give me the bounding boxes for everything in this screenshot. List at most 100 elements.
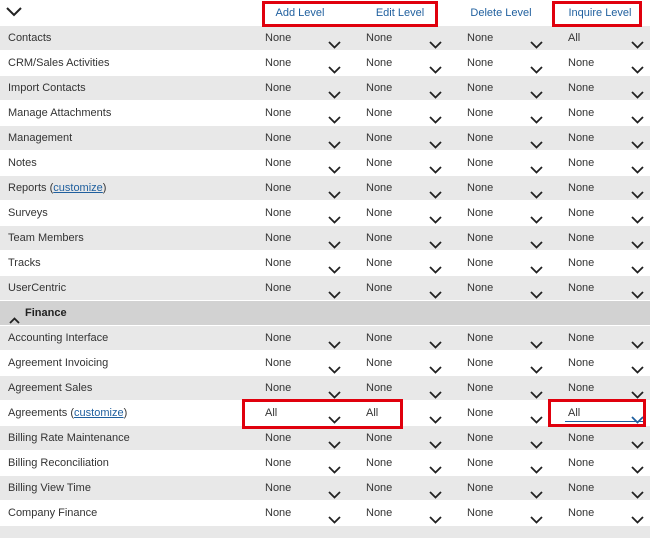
chevron-down-icon[interactable] — [631, 184, 644, 199]
chevron-down-icon[interactable] — [530, 34, 543, 49]
chevron-down-icon[interactable] — [530, 184, 543, 199]
add-level-select[interactable]: None — [265, 101, 341, 125]
delete-level-select[interactable]: None — [467, 351, 543, 375]
header-inquire-level[interactable]: Inquire Level — [562, 0, 638, 26]
chevron-down-icon[interactable] — [328, 59, 341, 74]
customize-link[interactable]: customize — [74, 407, 124, 419]
chevron-down-icon[interactable] — [429, 184, 442, 199]
header-add-level[interactable]: Add Level — [262, 0, 338, 26]
chevron-down-icon[interactable] — [631, 509, 644, 524]
chevron-down-icon[interactable] — [429, 484, 442, 499]
chevron-down-icon[interactable] — [530, 459, 543, 474]
inquire-level-select[interactable]: None — [568, 226, 644, 250]
chevron-down-icon[interactable] — [530, 159, 543, 174]
add-level-select[interactable]: All — [265, 401, 341, 425]
edit-level-select[interactable]: None — [366, 351, 442, 375]
header-delete-level[interactable]: Delete Level — [463, 0, 539, 26]
add-level-select[interactable]: None — [265, 376, 341, 400]
add-level-select[interactable]: None — [265, 251, 341, 275]
inquire-level-select[interactable]: None — [568, 151, 644, 175]
delete-level-select[interactable]: None — [467, 276, 543, 300]
inquire-level-select[interactable]: None — [568, 476, 644, 500]
chevron-down-icon[interactable] — [530, 409, 543, 424]
edit-level-select[interactable]: None — [366, 51, 442, 75]
add-level-select[interactable]: None — [265, 326, 341, 350]
delete-level-select[interactable]: None — [467, 251, 543, 275]
edit-level-select[interactable]: None — [366, 76, 442, 100]
chevron-down-icon[interactable] — [429, 134, 442, 149]
add-level-select[interactable]: None — [265, 151, 341, 175]
chevron-down-icon[interactable] — [631, 484, 644, 499]
add-level-select[interactable]: None — [265, 26, 341, 50]
add-level-select[interactable]: None — [265, 426, 341, 450]
chevron-down-icon[interactable] — [429, 359, 442, 374]
chevron-down-icon[interactable] — [631, 84, 644, 99]
chevron-down-icon[interactable] — [530, 384, 543, 399]
delete-level-select[interactable]: None — [467, 26, 543, 50]
chevron-down-icon[interactable] — [530, 109, 543, 124]
chevron-down-icon[interactable] — [530, 359, 543, 374]
chevron-down-icon[interactable] — [631, 284, 644, 299]
edit-level-select[interactable]: None — [366, 176, 442, 200]
inquire-level-select[interactable]: None — [568, 351, 644, 375]
chevron-down-icon[interactable] — [429, 234, 442, 249]
add-level-select[interactable]: None — [265, 51, 341, 75]
inquire-level-select[interactable]: None — [568, 126, 644, 150]
delete-level-select[interactable]: None — [467, 376, 543, 400]
chevron-down-icon[interactable] — [328, 359, 341, 374]
chevron-down-icon[interactable] — [328, 284, 341, 299]
chevron-down-icon[interactable] — [429, 109, 442, 124]
edit-level-select[interactable]: None — [366, 451, 442, 475]
delete-level-select[interactable]: None — [467, 201, 543, 225]
add-level-select[interactable]: None — [265, 126, 341, 150]
chevron-down-icon[interactable] — [530, 284, 543, 299]
chevron-down-icon[interactable] — [429, 259, 442, 274]
add-level-select[interactable]: None — [265, 226, 341, 250]
delete-level-select[interactable]: None — [467, 451, 543, 475]
chevron-down-icon[interactable] — [530, 234, 543, 249]
chevron-down-icon[interactable] — [429, 59, 442, 74]
chevron-down-icon[interactable] — [328, 209, 341, 224]
edit-level-select[interactable]: None — [366, 326, 442, 350]
chevron-down-icon[interactable] — [530, 334, 543, 349]
chevron-down-icon[interactable] — [631, 259, 644, 274]
chevron-down-icon[interactable] — [530, 259, 543, 274]
chevron-down-icon[interactable] — [429, 334, 442, 349]
chevron-down-icon[interactable] — [631, 34, 644, 49]
inquire-level-select[interactable]: None — [568, 176, 644, 200]
chevron-down-icon[interactable] — [328, 459, 341, 474]
add-level-select[interactable]: None — [265, 276, 341, 300]
chevron-down-icon[interactable] — [328, 434, 341, 449]
edit-level-select[interactable]: None — [366, 501, 442, 525]
delete-level-select[interactable]: None — [467, 51, 543, 75]
chevron-down-icon[interactable] — [631, 209, 644, 224]
chevron-down-icon[interactable] — [530, 84, 543, 99]
chevron-down-icon[interactable] — [328, 384, 341, 399]
chevron-down-icon[interactable] — [328, 134, 341, 149]
chevron-down-icon[interactable] — [530, 134, 543, 149]
chevron-down-icon[interactable] — [530, 59, 543, 74]
delete-level-select[interactable]: None — [467, 101, 543, 125]
delete-level-select[interactable]: None — [467, 176, 543, 200]
inquire-level-select[interactable]: None — [568, 51, 644, 75]
chevron-down-icon[interactable] — [631, 409, 644, 424]
edit-level-select[interactable]: None — [366, 151, 442, 175]
edit-level-select[interactable]: All — [366, 401, 442, 425]
add-level-select[interactable]: None — [265, 501, 341, 525]
chevron-down-icon[interactable] — [328, 84, 341, 99]
chevron-down-icon[interactable] — [530, 484, 543, 499]
chevron-down-icon[interactable] — [328, 484, 341, 499]
chevron-down-icon[interactable] — [328, 234, 341, 249]
chevron-down-icon[interactable] — [631, 109, 644, 124]
inquire-level-select[interactable]: None — [568, 101, 644, 125]
add-level-select[interactable]: None — [265, 451, 341, 475]
delete-level-select[interactable]: None — [467, 326, 543, 350]
customize-link[interactable]: customize — [53, 182, 103, 194]
chevron-down-icon[interactable] — [328, 409, 341, 424]
chevron-down-icon[interactable] — [631, 59, 644, 74]
edit-level-select[interactable]: None — [366, 276, 442, 300]
delete-level-select[interactable]: None — [467, 226, 543, 250]
inquire-level-select[interactable]: None — [568, 326, 644, 350]
chevron-down-icon[interactable] — [429, 84, 442, 99]
chevron-down-icon[interactable] — [631, 359, 644, 374]
